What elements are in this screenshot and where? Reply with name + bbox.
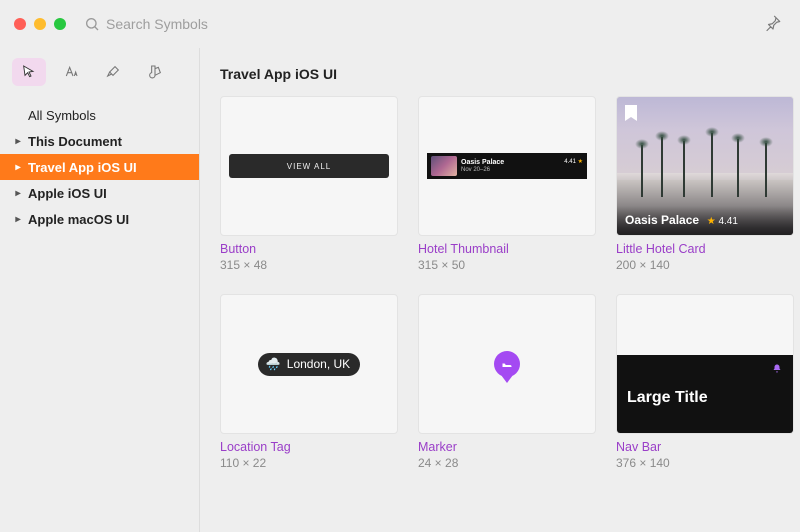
- sidebar-item-apple-ios[interactable]: ▸ Apple iOS UI: [0, 180, 199, 206]
- symbol-preview: [418, 294, 596, 434]
- symbol-name: Little Hotel Card: [616, 242, 794, 256]
- symbol-preview: Large Title: [616, 294, 794, 434]
- minimize-window-button[interactable]: [34, 18, 46, 30]
- page-title: Travel App iOS UI: [220, 66, 780, 82]
- window-controls: [14, 18, 66, 30]
- sidebar-item-travel-app[interactable]: ▸ Travel App iOS UI: [0, 154, 199, 180]
- tab-color-variables[interactable]: [138, 58, 172, 86]
- pin-icon: [764, 14, 782, 32]
- symbol-cell-location-tag[interactable]: 🌧️ London, UK Location Tag 110 × 22: [220, 294, 398, 470]
- symbol-dimensions: 315 × 50: [418, 258, 596, 272]
- sidebar-item-this-document[interactable]: ▸ This Document: [0, 128, 199, 154]
- chevron-right-icon: ▸: [12, 162, 24, 173]
- symbol-sources-list: All Symbols ▸ This Document ▸ Travel App…: [0, 100, 199, 234]
- sidebar-item-label: Travel App iOS UI: [28, 160, 137, 175]
- cursor-icon: [21, 64, 37, 80]
- symbol-dimensions: 24 × 28: [418, 456, 596, 470]
- symbol-preview: VIEW ALL: [220, 96, 398, 236]
- symbol-grid: VIEW ALL Button 315 × 48 Oasis Palace No…: [220, 96, 780, 470]
- symbol-grid-panel: Travel App iOS UI VIEW ALL Button 315 × …: [200, 48, 800, 532]
- star-icon: ★: [578, 159, 583, 165]
- symbol-cell-little-hotel-card[interactable]: Oasis Palace ★ 4.41 Little Hotel Card 20…: [616, 96, 794, 272]
- hotel-thumbnail-preview: Oasis Palace Nov 20–26 4.41 ★: [427, 153, 587, 179]
- tab-text-styles[interactable]: [54, 58, 88, 86]
- marker-preview: [494, 351, 520, 377]
- location-label: London, UK: [287, 357, 350, 371]
- symbol-dimensions: 315 × 48: [220, 258, 398, 272]
- sidebar-item-label: This Document: [28, 134, 122, 149]
- symbol-dimensions: 376 × 140: [616, 456, 794, 470]
- navbar-title: Large Title: [627, 389, 708, 407]
- symbol-cell-button[interactable]: VIEW ALL Button 315 × 48: [220, 96, 398, 272]
- symbol-cell-nav-bar[interactable]: Large Title Nav Bar 376 × 140: [616, 294, 794, 470]
- symbol-name: Button: [220, 242, 398, 256]
- location-tag-preview: 🌧️ London, UK: [258, 353, 360, 376]
- chevron-right-icon: ▸: [12, 214, 24, 225]
- symbol-dimensions: 200 × 140: [616, 258, 794, 272]
- sidebar: All Symbols ▸ This Document ▸ Travel App…: [0, 48, 200, 532]
- chevron-right-icon: ▸: [12, 136, 24, 147]
- symbol-preview: 🌧️ London, UK: [220, 294, 398, 434]
- weather-icon: 🌧️: [266, 357, 281, 371]
- bell-icon: [771, 363, 783, 378]
- card-title: Oasis Palace: [625, 213, 699, 227]
- hotel-name: Oasis Palace: [461, 159, 504, 167]
- search-icon: [84, 16, 100, 32]
- button-preview: VIEW ALL: [229, 154, 389, 178]
- titlebar: [0, 0, 800, 48]
- symbol-cell-marker[interactable]: Marker 24 × 28: [418, 294, 596, 470]
- symbol-name: Hotel Thumbnail: [418, 242, 596, 256]
- sidebar-item-label: Apple macOS UI: [28, 212, 129, 227]
- symbol-preview: Oasis Palace Nov 20–26 4.41 ★: [418, 96, 596, 236]
- sidebar-item-apple-macos[interactable]: ▸ Apple macOS UI: [0, 206, 199, 232]
- zoom-window-button[interactable]: [54, 18, 66, 30]
- sidebar-item-label: Apple iOS UI: [28, 186, 107, 201]
- symbol-name: Nav Bar: [616, 440, 794, 454]
- swatch-icon: [147, 64, 163, 80]
- close-window-button[interactable]: [14, 18, 26, 30]
- search-field[interactable]: [84, 16, 760, 32]
- hotel-dates: Nov 20–26: [461, 167, 504, 174]
- hotel-rating: 4.41 ★: [564, 158, 583, 165]
- symbol-name: Marker: [418, 440, 596, 454]
- button-label: VIEW ALL: [287, 162, 331, 171]
- symbol-dimensions: 110 × 22: [220, 456, 398, 470]
- pin-button[interactable]: [760, 10, 786, 39]
- navbar-preview: Large Title: [617, 355, 793, 433]
- tab-symbols[interactable]: [12, 58, 46, 86]
- tab-layer-styles[interactable]: [96, 58, 130, 86]
- thumbnail-image: [431, 156, 457, 176]
- inspector-tabs: [0, 48, 199, 100]
- bed-icon: [501, 358, 513, 370]
- symbol-preview: Oasis Palace ★ 4.41: [616, 96, 794, 236]
- search-input[interactable]: [106, 16, 306, 32]
- chevron-right-icon: ▸: [12, 188, 24, 199]
- sidebar-item-label: All Symbols: [28, 108, 96, 123]
- star-icon: ★: [707, 216, 716, 227]
- sidebar-item-all-symbols[interactable]: All Symbols: [0, 102, 199, 128]
- symbol-cell-hotel-thumbnail[interactable]: Oasis Palace Nov 20–26 4.41 ★ Hotel Thum…: [418, 96, 596, 272]
- symbol-name: Location Tag: [220, 440, 398, 454]
- card-rating: ★ 4.41: [707, 216, 738, 227]
- text-icon: [63, 64, 79, 80]
- hotel-card-preview: Oasis Palace ★ 4.41: [617, 97, 793, 235]
- paintbrush-icon: [105, 64, 121, 80]
